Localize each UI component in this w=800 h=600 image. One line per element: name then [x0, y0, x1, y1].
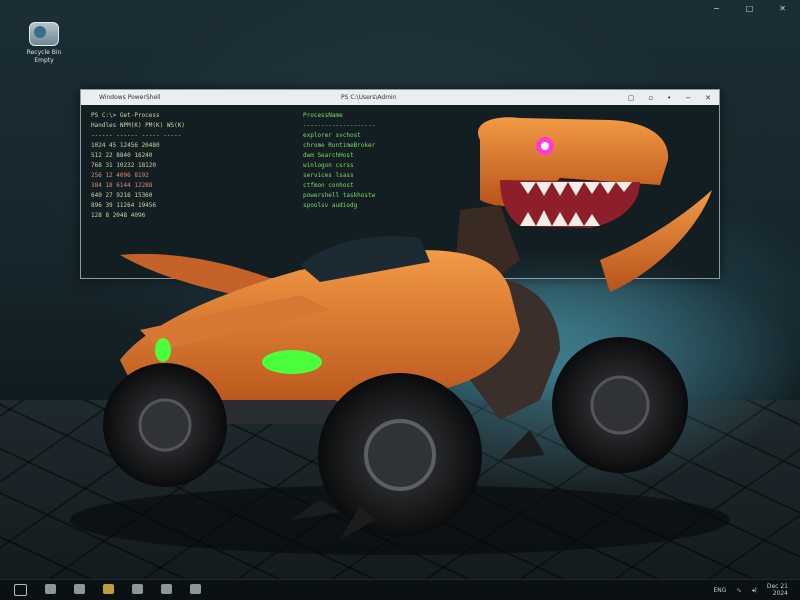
settings-icon[interactable]	[161, 584, 172, 594]
robot-dinosaur-car-illustration	[70, 117, 800, 555]
front-right-hub	[364, 419, 436, 491]
browser-icon[interactable]	[132, 584, 143, 594]
front-left-hub	[138, 398, 192, 452]
search-icon[interactable]	[45, 584, 56, 594]
car-headlight-left	[155, 338, 171, 362]
dino-eye-highlight	[541, 142, 549, 150]
taskbar: ENG ∿ ◂) Dec 21 2024	[0, 579, 800, 600]
terminal-app-icon[interactable]	[190, 584, 201, 594]
system-tray: ENG ∿ ◂) Dec 21 2024	[714, 583, 788, 597]
car-headlight-right	[262, 350, 322, 374]
task-view-icon[interactable]	[74, 584, 85, 594]
dino-mouth	[500, 180, 640, 228]
clock-date: 2024	[772, 590, 788, 597]
wifi-icon[interactable]: ∿	[736, 587, 741, 594]
language-indicator[interactable]: ENG	[714, 587, 727, 594]
clock-time: Dec 21	[766, 583, 788, 590]
file-explorer-icon[interactable]	[103, 584, 114, 594]
taskbar-clock[interactable]: Dec 21 2024	[767, 583, 788, 597]
start-button-icon[interactable]	[14, 584, 27, 596]
rear-hub	[590, 375, 650, 435]
volume-icon[interactable]: ◂)	[751, 587, 756, 594]
